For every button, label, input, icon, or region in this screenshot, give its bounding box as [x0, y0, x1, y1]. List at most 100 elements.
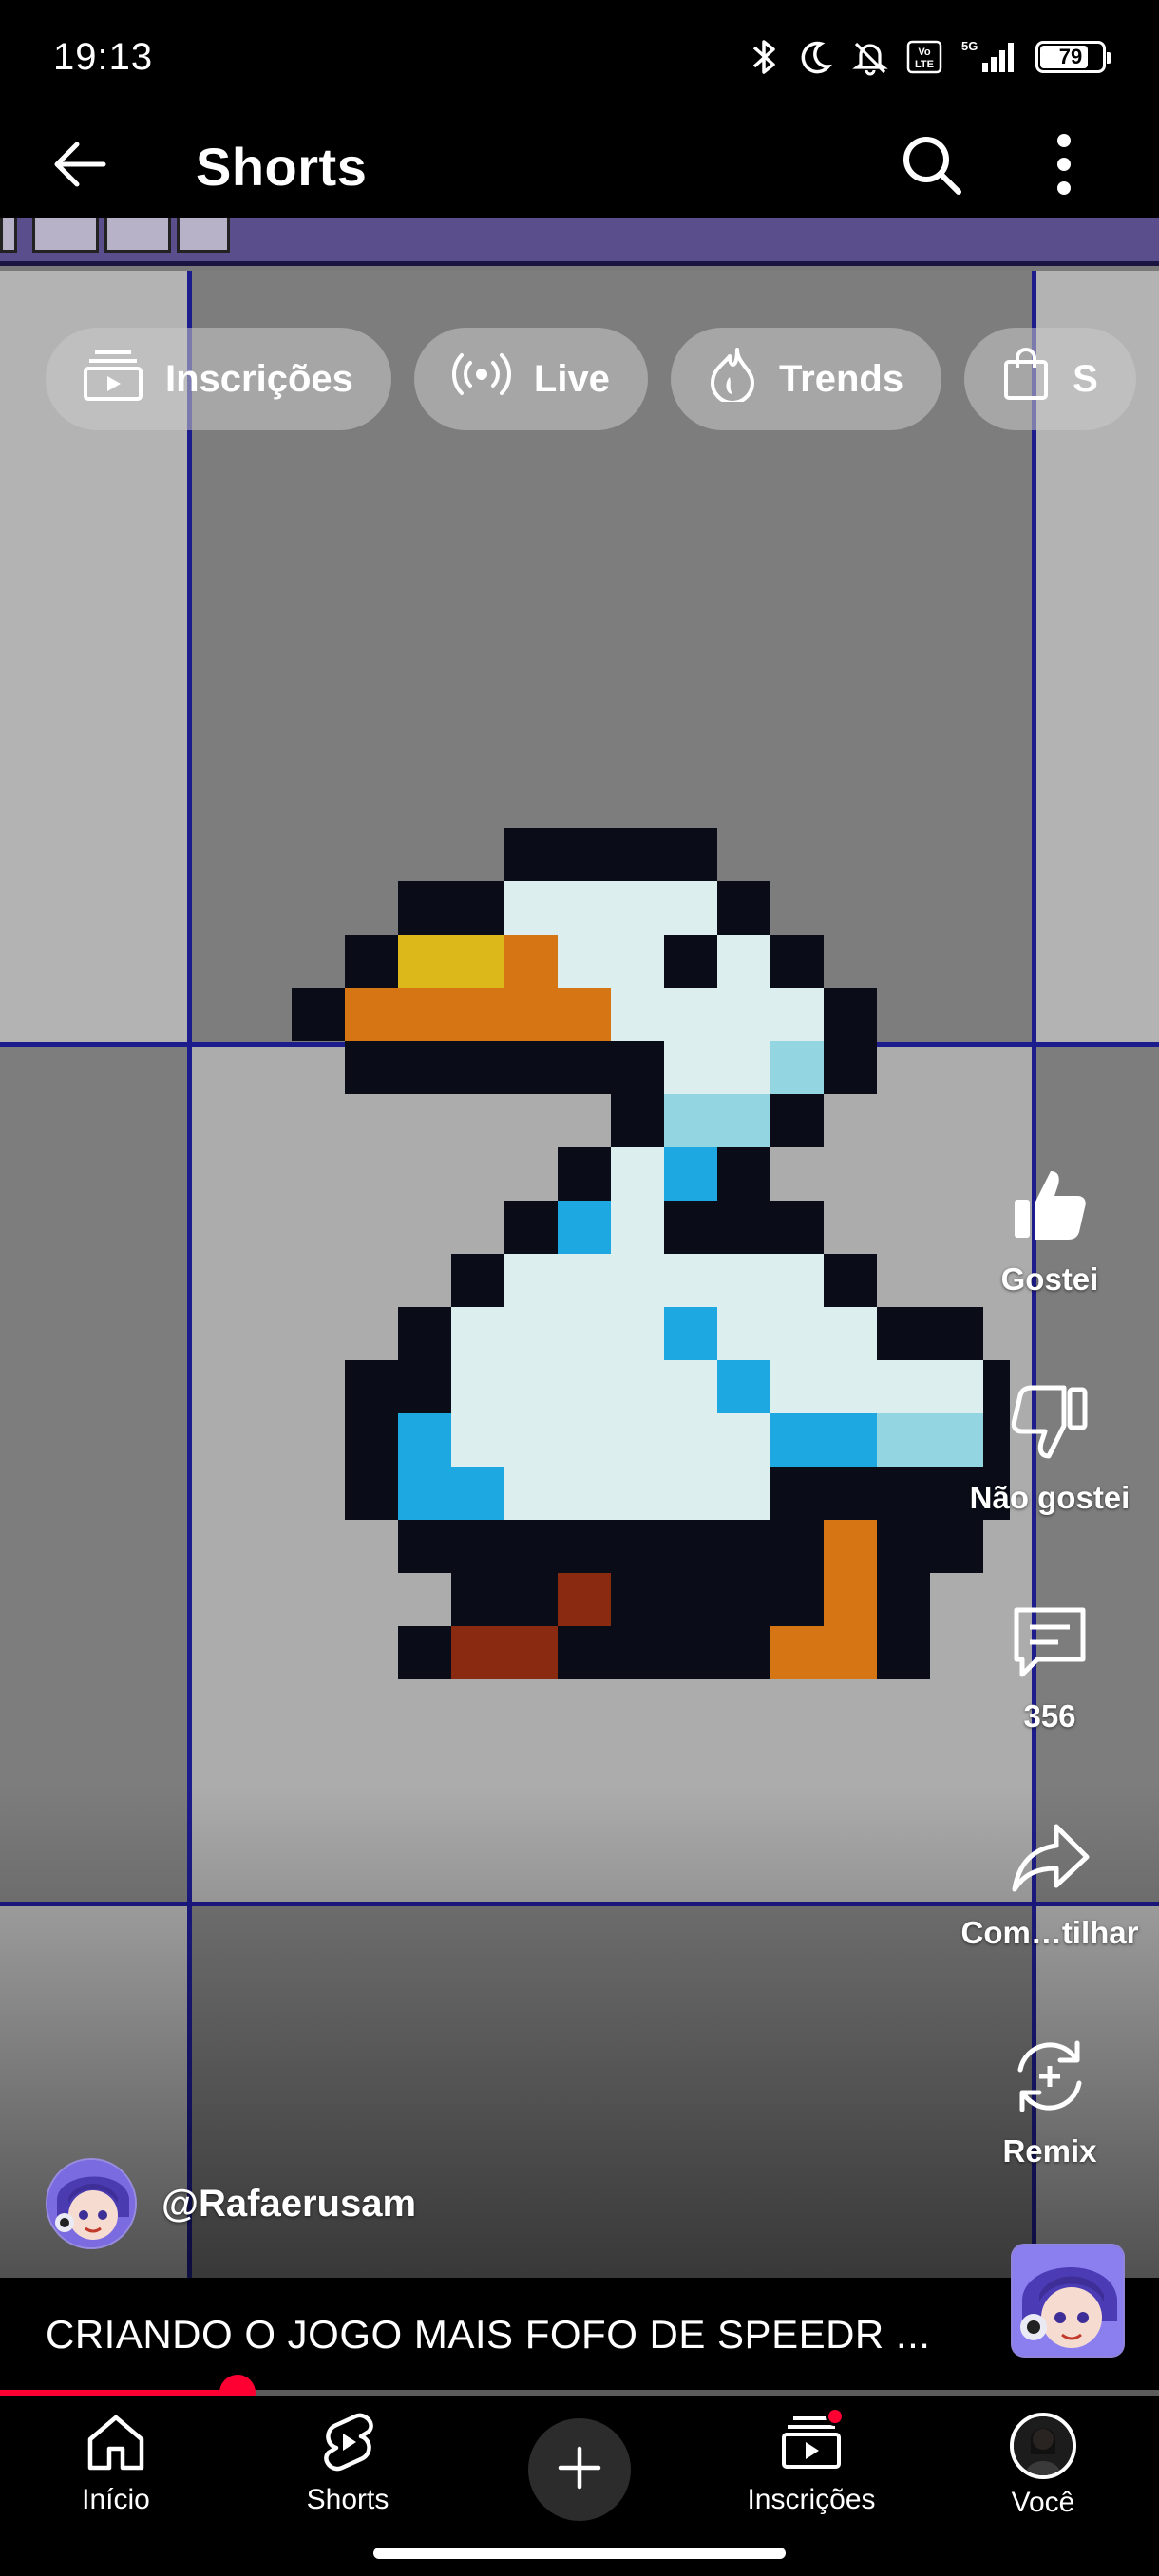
duck-pixel — [717, 881, 770, 935]
duck-pixel — [504, 1573, 558, 1626]
duck-pixel — [611, 935, 664, 988]
video-title-bar[interactable]: CRIANDO O JOGO MAIS FOFO DE SPEEDR ... — [0, 2278, 1159, 2392]
duck-pixel — [398, 881, 451, 935]
duck-pixel — [504, 1520, 558, 1573]
duck-pixel — [770, 1360, 824, 1413]
status-time: 19:13 — [53, 35, 154, 78]
duck-pixel — [824, 1307, 877, 1360]
channel-avatar[interactable] — [46, 2158, 137, 2249]
dislike-label: Não gostei — [969, 1480, 1130, 1515]
duck-pixel — [717, 1201, 770, 1254]
duck-pixel — [664, 828, 717, 881]
notification-dot — [826, 2407, 845, 2426]
channel-info[interactable]: @Rafaerusam — [46, 2158, 416, 2249]
chip-live[interactable]: Live — [413, 328, 648, 430]
remix-button[interactable]: Remix — [940, 2036, 1159, 2169]
gesture-home-indicator[interactable] — [373, 2548, 786, 2559]
duck-pixel — [451, 1307, 504, 1360]
duck-pixel — [558, 1573, 611, 1626]
duck-pixel — [504, 1626, 558, 1679]
search-button[interactable] — [893, 128, 969, 204]
duck-pixel — [611, 1307, 664, 1360]
arrow-left-icon — [52, 141, 109, 193]
duck-pixel — [611, 1520, 664, 1573]
duck-pixel — [558, 1360, 611, 1413]
like-button[interactable]: Gostei — [940, 1164, 1159, 1297]
comments-count: 356 — [1023, 1698, 1076, 1733]
duck-pixel — [345, 1041, 398, 1094]
nav-subscriptions[interactable]: Inscrições — [716, 2407, 906, 2516]
share-button[interactable]: Com…tilhar — [940, 1817, 1159, 1951]
duck-pixel — [558, 1254, 611, 1307]
volte-icon: Vo LTE — [906, 38, 942, 76]
duck-pixel — [611, 1254, 664, 1307]
flame-icon — [709, 347, 756, 411]
duck-pixel — [770, 935, 824, 988]
dislike-button[interactable]: Não gostei — [940, 1382, 1159, 1516]
duck-pixel — [451, 881, 504, 935]
duck-pixel — [824, 1254, 877, 1307]
remix-icon — [1009, 2036, 1091, 2122]
sound-thumbnail[interactable] — [1011, 2244, 1125, 2358]
duck-pixel — [664, 1307, 717, 1360]
chip-label: Inscrições — [165, 357, 353, 400]
duck-pixel — [824, 1520, 877, 1573]
chip-trends[interactable]: Trends — [670, 328, 942, 430]
nav-home-label: Início — [82, 2484, 150, 2515]
duck-pixel — [558, 828, 611, 881]
video-title[interactable]: CRIANDO O JOGO MAIS FOFO DE SPEEDR ... — [46, 2312, 930, 2358]
duck-pixel — [398, 1520, 451, 1573]
channel-handle[interactable]: @Rafaerusam — [162, 2183, 416, 2226]
duck-pixel — [558, 1413, 611, 1467]
duck-pixel — [558, 1147, 611, 1201]
nav-home[interactable]: Início — [21, 2413, 211, 2516]
duck-pixel — [398, 1626, 451, 1679]
bell-off-icon — [851, 38, 889, 76]
duck-pixel — [504, 828, 558, 881]
duck-pixel — [558, 881, 611, 935]
back-button[interactable] — [38, 123, 124, 209]
create-button[interactable] — [528, 2418, 631, 2521]
nav-create[interactable] — [484, 2413, 674, 2521]
duck-pixel — [877, 1626, 930, 1679]
moon-icon — [796, 38, 834, 76]
duck-pixel — [717, 988, 770, 1041]
status-bar: 19:13 Vo LTE 5G 79 — [0, 0, 1159, 114]
editor-tool — [32, 218, 99, 253]
duck-pixel — [770, 1413, 824, 1467]
duck-pixel — [824, 1626, 877, 1679]
comments-button[interactable]: 356 — [940, 1601, 1159, 1734]
nav-subscriptions-label: Inscrições — [747, 2484, 876, 2515]
duck-pixel — [664, 1573, 717, 1626]
duck-pixel — [451, 1413, 504, 1467]
duck-pixel — [611, 1147, 664, 1201]
duck-pixel — [451, 935, 504, 988]
nav-you-label: Você — [1011, 2487, 1075, 2518]
duck-pixel — [664, 988, 717, 1041]
duck-pixel — [504, 1041, 558, 1094]
duck-pixel — [345, 988, 398, 1041]
duck-pixel — [770, 1041, 824, 1094]
page-title: Shorts — [196, 136, 368, 197]
comment-icon — [1009, 1601, 1091, 1687]
chip-shopping[interactable]: S — [964, 328, 1136, 430]
chip-subscriptions[interactable]: Inscrições — [46, 328, 391, 430]
duck-pixel — [824, 1360, 877, 1413]
duck-pixel — [451, 988, 504, 1041]
duck-pixel — [451, 1360, 504, 1413]
battery-icon: 79 — [1036, 41, 1112, 73]
duck-pixel — [877, 1520, 930, 1573]
duck-pixel — [611, 1413, 664, 1467]
more-options-button[interactable] — [1026, 128, 1102, 204]
nav-you[interactable]: Você — [948, 2413, 1138, 2519]
duck-pixel — [504, 1413, 558, 1467]
duck-pixel — [717, 1254, 770, 1307]
signal-icon: 5G — [960, 38, 1018, 76]
nav-shorts[interactable]: Shorts — [253, 2413, 443, 2516]
duck-pixel — [345, 1413, 398, 1467]
duck-pixel — [504, 1360, 558, 1413]
duck-pixel — [717, 1626, 770, 1679]
duck-pixel — [504, 1467, 558, 1520]
duck-pixel — [664, 1626, 717, 1679]
pixel-duck-sprite — [292, 828, 1010, 1679]
